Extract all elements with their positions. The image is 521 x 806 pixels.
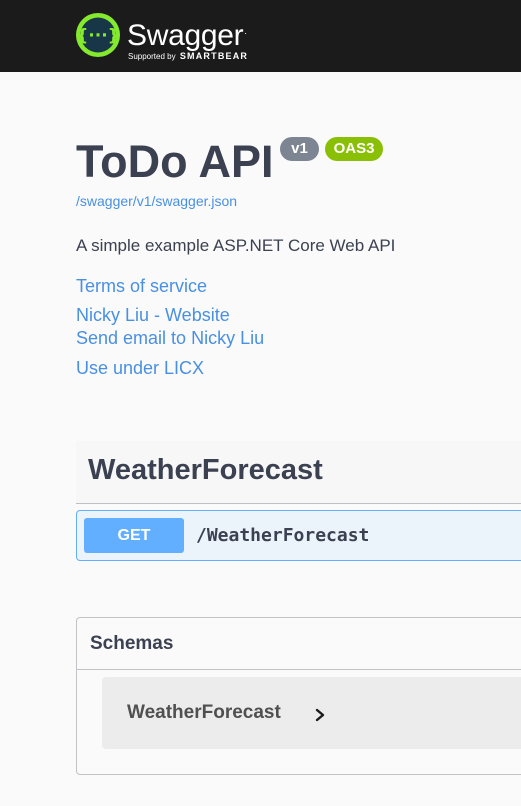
method-badge-get: GET [84, 518, 184, 553]
contact-email-link[interactable]: Send email to Nicky Liu [76, 328, 264, 349]
api-title: ToDo API [76, 136, 274, 187]
license-link[interactable]: Use under LICX [76, 358, 204, 379]
brand-name[interactable]: Swagger. [127, 14, 247, 53]
svg-text:{···}: {···} [76, 26, 120, 46]
tagline-vendor: SMARTBEAR [179, 51, 249, 61]
swagger-logo-icon[interactable]: {···} [76, 13, 120, 57]
operation-path: /WeatherForecast [196, 525, 370, 546]
tagline: Supported by SMARTBEAR [128, 51, 248, 62]
version-badge: v1 [280, 137, 319, 161]
tagline-prefix: Supported by [128, 52, 176, 61]
tag-title: WeatherForecast [88, 454, 323, 486]
schemas-header[interactable]: Schemas [77, 618, 521, 670]
spec-url-link[interactable]: /swagger/v1/swagger.json [76, 193, 237, 209]
schema-model-weatherforecast[interactable]: WeatherForecast [102, 677, 521, 749]
oas-badge: OAS3 [325, 137, 383, 161]
chevron-right-icon[interactable] [313, 705, 327, 725]
contact-website-link[interactable]: Nicky Liu - Website [76, 305, 230, 326]
api-description: A simple example ASP.NET Core Web API [76, 236, 396, 255]
tag-section-weatherforecast[interactable]: WeatherForecast [76, 441, 521, 504]
topbar: {···} Swagger. Supported by SMARTBEAR [0, 0, 521, 72]
operation-get-weatherforecast[interactable]: GET /WeatherForecast [76, 510, 521, 561]
schema-model-name: WeatherForecast [127, 702, 281, 723]
schemas-title: Schemas [90, 633, 174, 654]
schemas-section: Schemas WeatherForecast [76, 617, 521, 775]
terms-of-service-link[interactable]: Terms of service [76, 276, 207, 297]
